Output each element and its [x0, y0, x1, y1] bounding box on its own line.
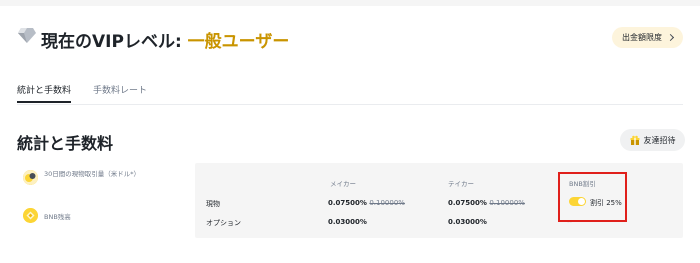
- coin-icon: [23, 170, 38, 185]
- spot-taker-current: 0.07500%: [448, 199, 487, 207]
- diamond-icon: [18, 28, 36, 43]
- column-header-maker: メイカー: [330, 180, 356, 188]
- stat-spot-volume-label: 30日間の現物取引量（米ドル*）: [44, 169, 141, 178]
- column-header-taker: テイカー: [448, 180, 474, 188]
- row-label-options: オプション: [206, 219, 241, 227]
- highlight-box: [558, 172, 627, 222]
- gift-icon: [630, 135, 639, 145]
- row-label-spot: 現物: [206, 200, 220, 208]
- tabs-divider: [17, 104, 683, 105]
- page-title: 現在のVIPレベル: 一般ユーザー: [41, 27, 289, 52]
- tab-stats-and-fees[interactable]: 統計と手数料: [17, 83, 71, 96]
- options-taker-fee: 0.03000%: [448, 218, 487, 226]
- spot-maker-fee: 0.07500% 0.10000%: [328, 199, 405, 207]
- vip-level: 一般ユーザー: [187, 32, 290, 52]
- withdrawal-limit-button[interactable]: 出金額限度: [612, 27, 683, 48]
- spot-maker-current: 0.07500%: [328, 199, 367, 207]
- invite-friends-button[interactable]: 友達招待: [620, 129, 685, 151]
- bnb-icon: [23, 208, 38, 223]
- options-maker-fee: 0.03000%: [328, 218, 367, 226]
- chevron-right-icon: [666, 33, 675, 42]
- vip-title-prefix: 現在のVIPレベル:: [41, 32, 188, 52]
- spot-maker-original: 0.10000%: [369, 199, 405, 207]
- spot-taker-original: 0.10000%: [489, 199, 525, 207]
- active-tab-indicator: [17, 101, 71, 103]
- stat-bnb-balance-label: BNB残高: [44, 212, 71, 221]
- invite-friends-label: 友達招待: [643, 135, 676, 145]
- section-title: 統計と手数料: [17, 134, 114, 153]
- withdrawal-limit-label: 出金額限度: [622, 33, 662, 42]
- tab-fee-rates[interactable]: 手数料レート: [93, 83, 147, 96]
- spot-taker-fee: 0.07500% 0.10000%: [448, 199, 525, 207]
- stat-spot-volume: 30日間の現物取引量（米ドル*）: [23, 170, 140, 185]
- stat-bnb-balance: BNB残高: [23, 208, 71, 223]
